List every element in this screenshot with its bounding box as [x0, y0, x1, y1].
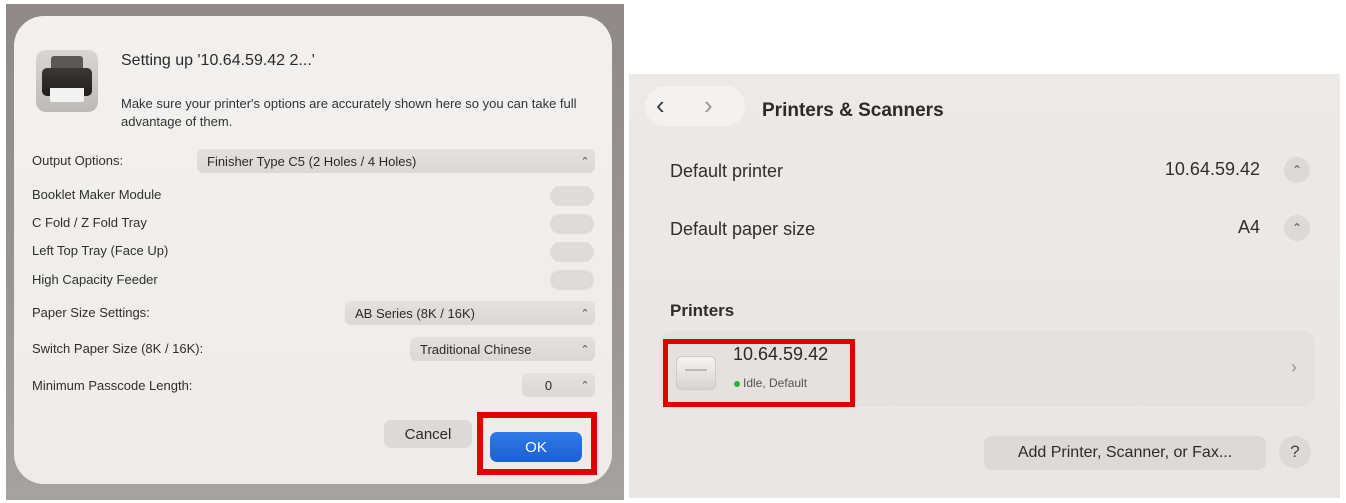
min-passcode-popup[interactable]: 0 ⌃	[522, 373, 595, 397]
printer-icon	[36, 50, 98, 112]
popup-stepper-icon: ⌃	[580, 155, 590, 168]
default-printer-value[interactable]: 10.64.59.42	[1165, 159, 1260, 180]
switch-paper-size-popup[interactable]: Traditional Chinese ⌃	[410, 337, 595, 361]
switch-paper-size-label: Switch Paper Size (8K / 16K):	[32, 341, 204, 356]
help-button[interactable]: ?	[1279, 436, 1311, 468]
output-options-popup[interactable]: Finisher Type C5 (2 Holes / 4 Holes) ⌃	[197, 149, 595, 173]
printers-section-title: Printers	[670, 301, 735, 320]
cancel-button[interactable]: Cancel	[384, 420, 472, 448]
paper-size-settings-popup[interactable]: AB Series (8K / 16K) ⌃	[345, 301, 595, 325]
booklet-maker-toggle[interactable]	[550, 186, 594, 206]
default-paper-value[interactable]: A4	[1238, 217, 1260, 238]
printer-highlight-frame	[663, 339, 855, 407]
left-top-tray-toggle[interactable]	[550, 242, 594, 262]
high-capacity-feeder-toggle[interactable]	[550, 270, 594, 290]
popup-stepper-icon: ⌃	[580, 307, 590, 320]
default-printer-stepper-icon[interactable]: ⌃	[1284, 157, 1310, 183]
min-passcode-label: Minimum Passcode Length:	[32, 378, 193, 393]
default-paper-label: Default paper size	[670, 219, 816, 239]
back-chevron-icon[interactable]: ‹	[656, 88, 665, 122]
popup-stepper-icon: ⌃	[580, 343, 590, 356]
paper-size-settings-label: Paper Size Settings:	[32, 305, 150, 320]
high-capacity-feeder-label: High Capacity Feeder	[32, 272, 158, 287]
left-top-tray-label: Left Top Tray (Face Up)	[32, 243, 169, 258]
paper-size-settings-value: AB Series (8K / 16K)	[355, 305, 475, 321]
output-options-value: Finisher Type C5 (2 Holes / 4 Holes)	[207, 153, 417, 169]
fold-tray-toggle[interactable]	[550, 214, 594, 234]
page-title: Printers & Scanners	[762, 100, 944, 121]
switch-paper-size-value: Traditional Chinese	[420, 341, 532, 357]
output-options-label: Output Options:	[32, 153, 124, 168]
ok-button[interactable]: OK	[490, 432, 582, 462]
min-passcode-value: 0	[544, 377, 553, 393]
fold-tray-label: C Fold / Z Fold Tray	[32, 215, 147, 230]
default-paper-stepper-icon[interactable]: ⌃	[1284, 215, 1310, 241]
popup-stepper-icon: ⌃	[580, 379, 590, 392]
booklet-maker-label: Booklet Maker Module	[32, 187, 162, 202]
dialog-title: Setting up '10.64.59.42 2...'	[121, 52, 315, 69]
forward-chevron-icon[interactable]: ›	[704, 88, 713, 122]
default-printer-label: Default printer	[670, 161, 784, 181]
add-printer-button[interactable]: Add Printer, Scanner, or Fax...	[984, 436, 1266, 470]
chevron-right-icon[interactable]: ›	[1291, 357, 1297, 378]
dialog-description: Make sure your printer's options are acc…	[121, 96, 577, 129]
printers-scanners-panel: ‹ › Printers & Scanners Default printer …	[629, 74, 1340, 498]
